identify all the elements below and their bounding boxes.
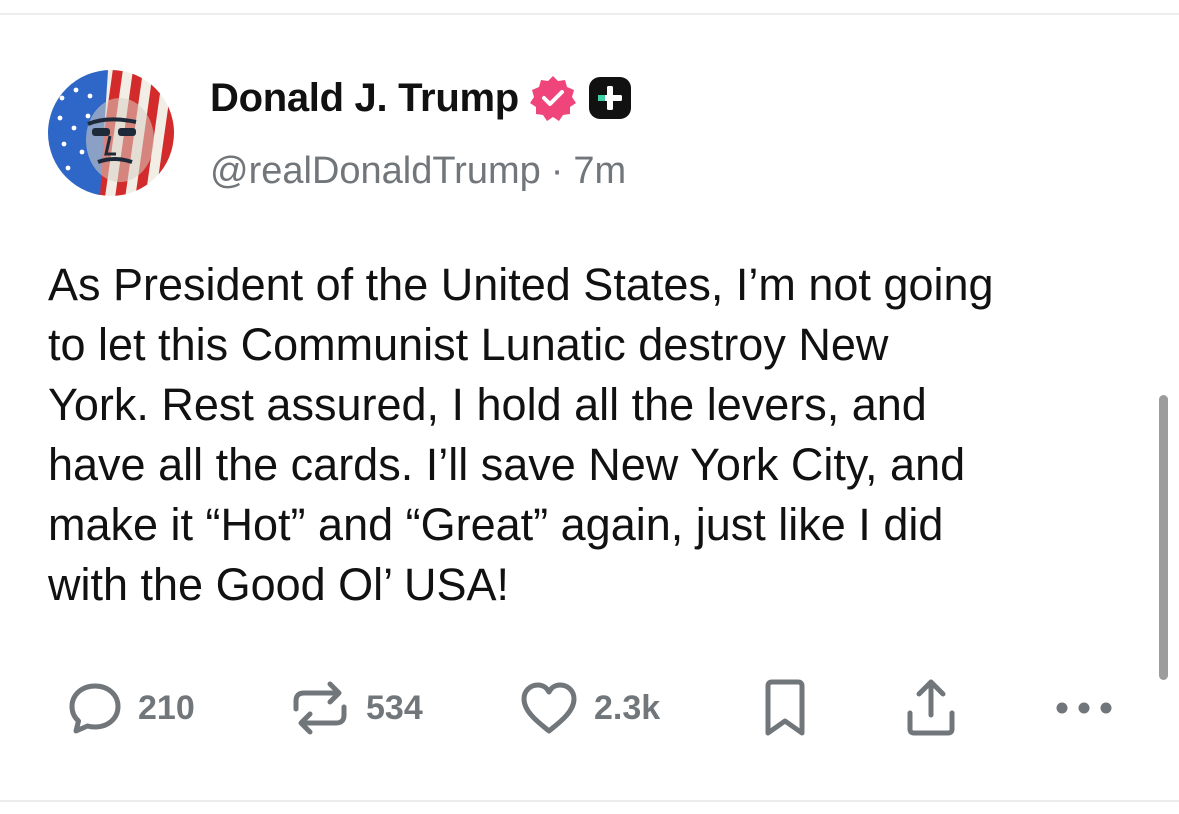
reply-count: 210: [138, 688, 195, 727]
plus-badge-icon: [587, 75, 633, 121]
bookmark-button[interactable]: [762, 676, 808, 740]
author-handle-row: @realDonaldTrump · 7m: [210, 146, 626, 196]
more-options-button[interactable]: [1054, 676, 1114, 740]
post-text: As President of the United States, I’m n…: [48, 259, 994, 610]
post-action-bar: 210 534 2.3k: [0, 676, 1179, 740]
meta-separator: ·: [550, 149, 564, 192]
bookmark-icon: [765, 679, 805, 736]
repost-count: 534: [366, 688, 423, 727]
reply-button[interactable]: 210: [66, 676, 195, 740]
top-divider: [0, 13, 1179, 15]
author-avatar[interactable]: [48, 70, 174, 196]
repost-button[interactable]: 534: [288, 676, 423, 740]
reply-icon: [69, 683, 121, 734]
share-button[interactable]: [902, 676, 960, 740]
author-name-row: Donald J. Trump: [210, 72, 633, 124]
verified-badge-icon: [529, 74, 577, 122]
share-icon: [907, 679, 955, 736]
author-display-name[interactable]: Donald J. Trump: [210, 76, 519, 121]
flag-portrait-avatar-icon: [48, 70, 174, 196]
like-count: 2.3k: [594, 688, 661, 727]
bottom-divider: [0, 800, 1179, 802]
author-handle[interactable]: @realDonaldTrump: [210, 150, 541, 193]
heart-icon: [521, 682, 577, 734]
repost-icon: [293, 681, 347, 735]
scrollbar-thumb[interactable]: [1159, 395, 1168, 680]
like-button[interactable]: 2.3k: [518, 676, 660, 740]
more-icon: [1056, 702, 1112, 714]
post-timestamp[interactable]: 7m: [573, 150, 626, 193]
